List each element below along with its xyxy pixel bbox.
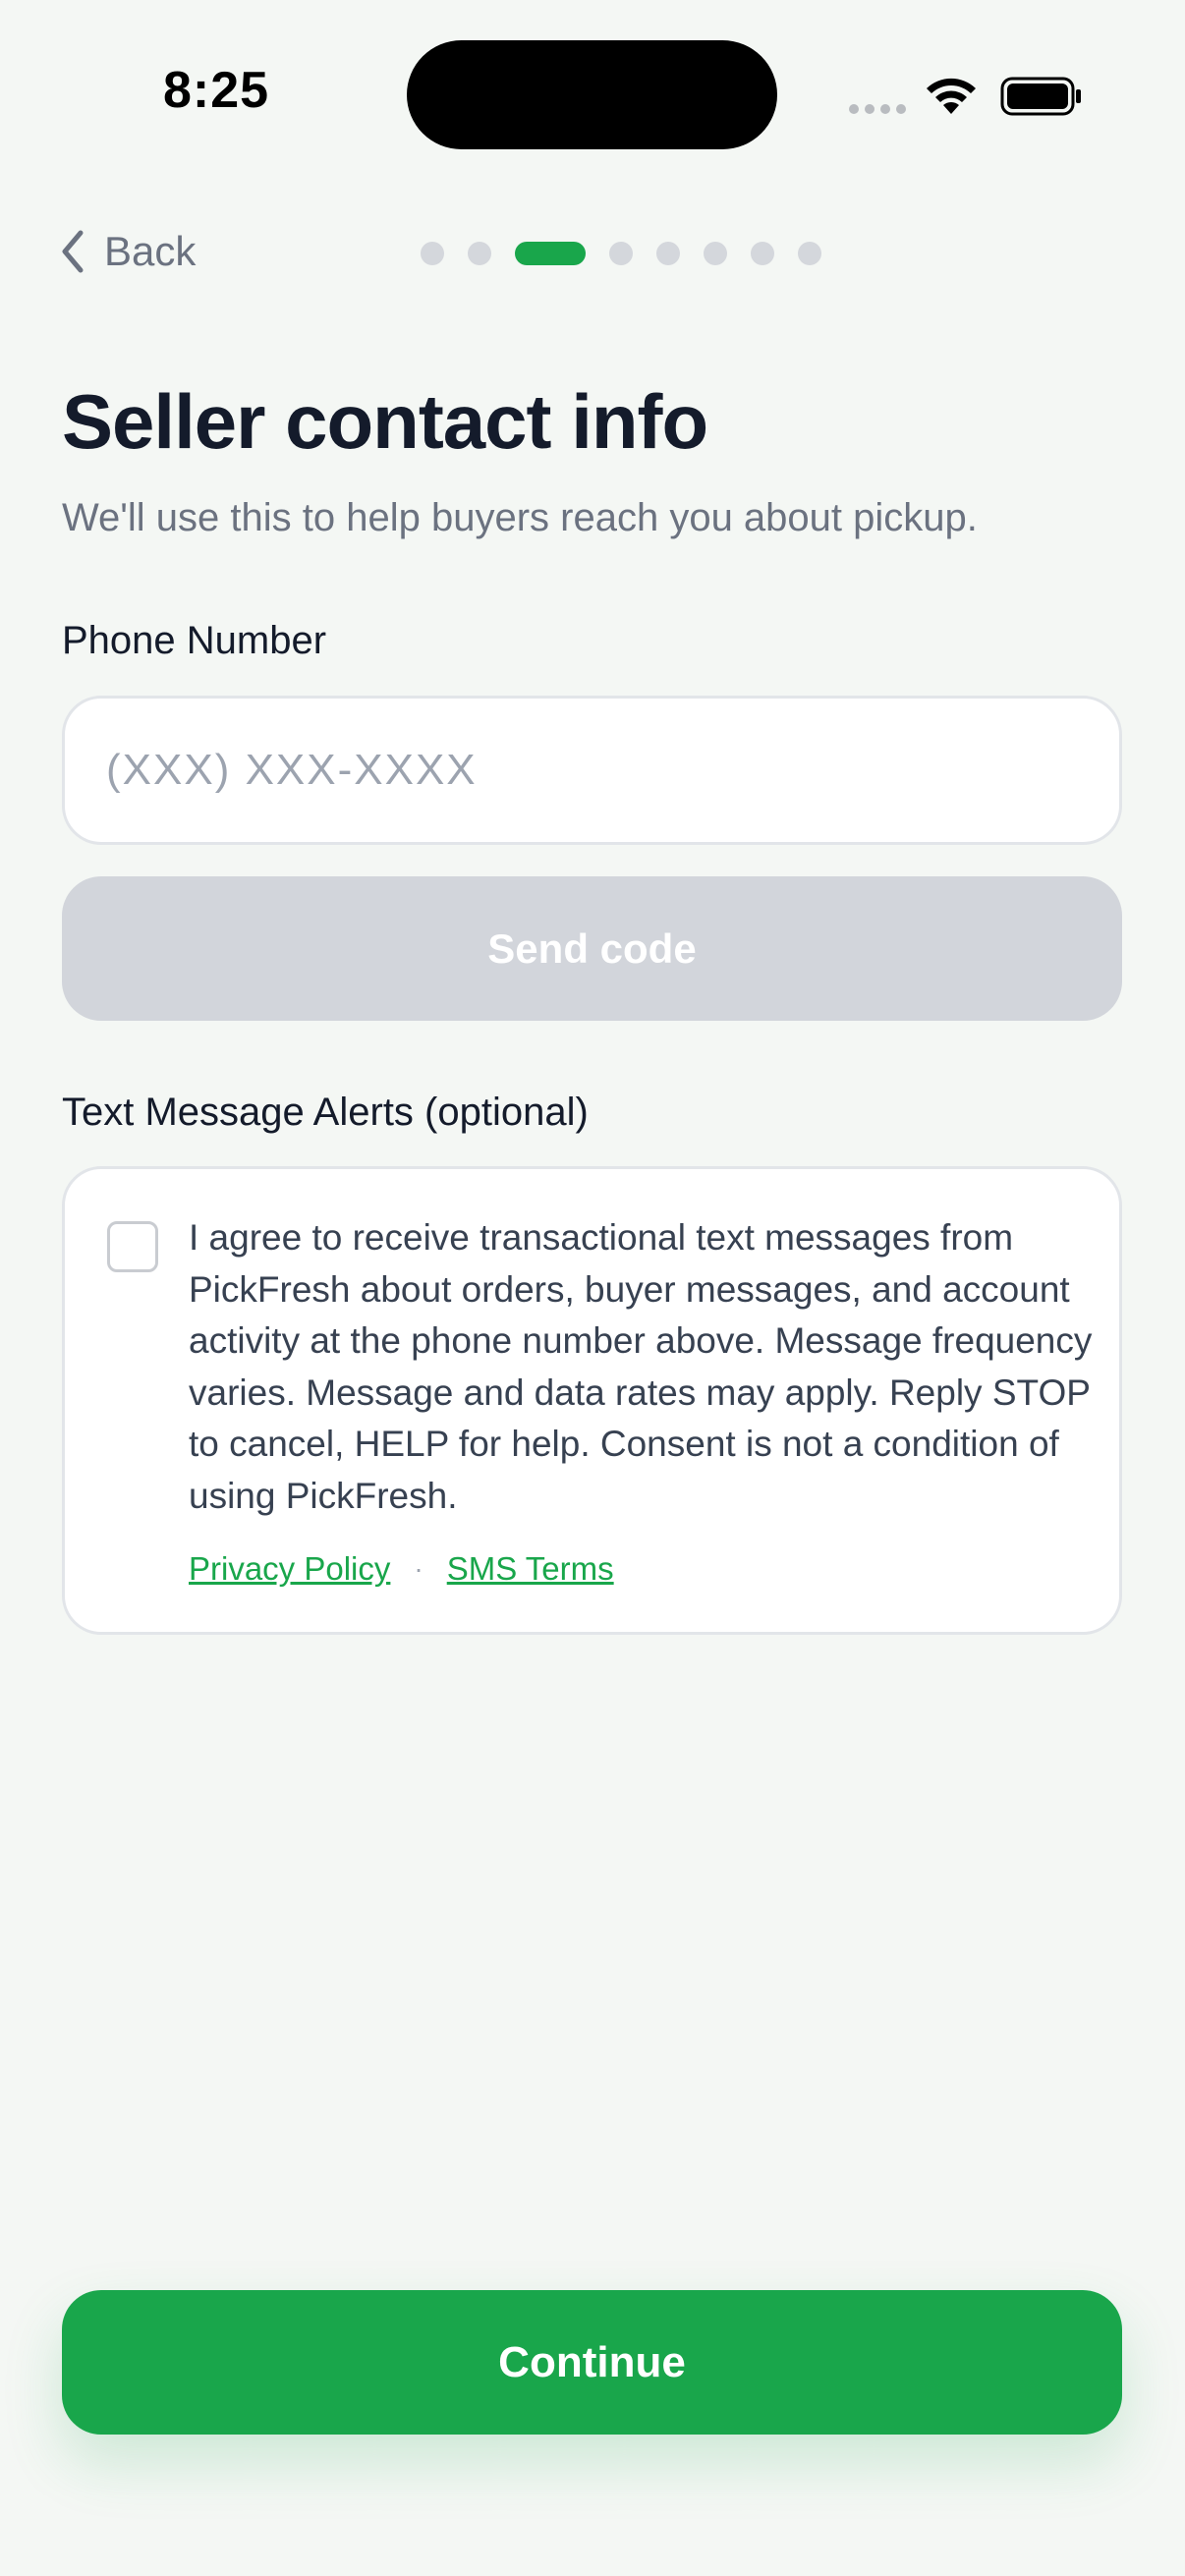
progress-step <box>468 242 491 265</box>
signal-icon <box>849 104 906 114</box>
progress-step <box>609 242 633 265</box>
status-time: 8:25 <box>163 62 270 119</box>
step-progress-indicator <box>421 242 845 265</box>
onboarding-screen: 8:25 Back Seller contact info We'll use … <box>0 0 1185 2576</box>
battery-icon <box>1000 77 1081 116</box>
wifi-icon <box>927 78 976 114</box>
send-code-button[interactable]: Send code <box>62 876 1122 1021</box>
progress-step-current <box>515 242 586 265</box>
page-subtitle: We'll use this to help buyers reach you … <box>62 496 978 539</box>
dynamic-island <box>407 40 777 149</box>
sms-consent-text: I agree to receive transactional text me… <box>189 1217 1093 1516</box>
back-label: Back <box>104 228 197 274</box>
link-separator: · <box>414 1553 423 1584</box>
progress-step <box>751 242 774 265</box>
sms-consent-checkbox[interactable] <box>107 1221 158 1272</box>
progress-step <box>704 242 727 265</box>
progress-step <box>421 242 444 265</box>
chevron-left-icon <box>62 230 84 273</box>
sms-consent-card: I agree to receive transactional text me… <box>62 1166 1122 1635</box>
sms-terms-link[interactable]: SMS Terms <box>447 1550 614 1588</box>
page-title: Seller contact info <box>62 378 708 465</box>
legal-links: Privacy Policy · SMS Terms <box>189 1550 614 1588</box>
privacy-policy-link[interactable]: Privacy Policy <box>189 1550 390 1588</box>
sms-alerts-label: Text Message Alerts (optional) <box>62 1091 589 1134</box>
progress-step <box>798 242 821 265</box>
back-button[interactable]: Back <box>59 228 196 275</box>
phone-number-label: Phone Number <box>62 619 327 662</box>
progress-step <box>656 242 680 265</box>
continue-button[interactable]: Continue <box>62 2290 1122 2435</box>
phone-number-input[interactable] <box>62 696 1122 845</box>
